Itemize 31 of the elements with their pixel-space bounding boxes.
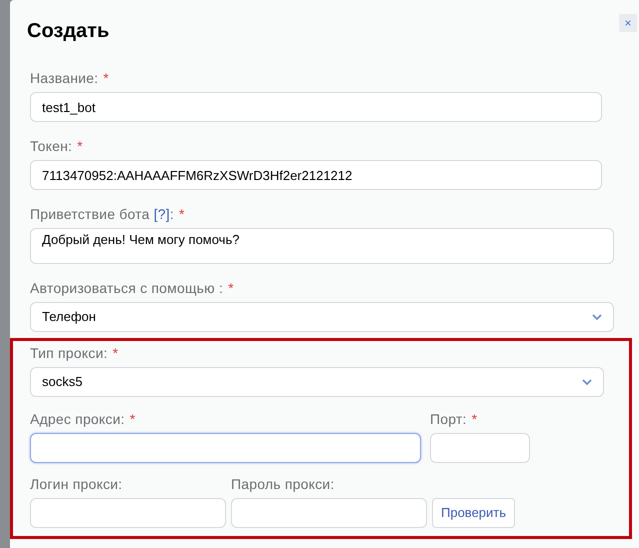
field-label: Порт: *	[430, 411, 478, 427]
field-label: Авторизоваться с помощью : *	[30, 280, 235, 296]
text-area[interactable]: Добрый день! Чем могу помочь?	[30, 228, 614, 264]
input-field[interactable]	[30, 433, 421, 463]
select-dropdown[interactable]: Телефон	[30, 302, 614, 332]
input-field[interactable]	[231, 498, 427, 528]
input-field[interactable]	[430, 433, 530, 463]
input-field[interactable]: 7113470952:AAHAAAFFM6RzXSWrD3Hf2er2121212	[30, 160, 602, 190]
field-label: Логин прокси:	[30, 476, 124, 492]
field-label: Пароль прокси:	[231, 476, 336, 492]
close-button[interactable]: ×	[619, 14, 637, 32]
input-field[interactable]	[30, 498, 226, 528]
required-mark: *	[103, 70, 109, 86]
select-dropdown[interactable]: socks5	[30, 367, 604, 397]
chevron-down-icon	[582, 378, 592, 386]
dialog-title: Создать	[27, 19, 110, 44]
required-mark: *	[472, 411, 478, 427]
required-mark: *	[112, 345, 118, 361]
field-label: Адрес прокси: *	[30, 411, 136, 427]
required-mark: *	[178, 206, 185, 222]
field-label: Тип прокси: *	[30, 345, 120, 361]
required-mark: *	[228, 280, 234, 296]
input-field[interactable]: test1_bot	[30, 92, 602, 122]
chevron-down-icon	[592, 314, 602, 320]
check-button[interactable]: Проверить	[432, 498, 516, 528]
required-mark: *	[130, 411, 136, 427]
field-label: Токен: *	[30, 138, 84, 154]
field-label: Приветствие бота [?]: *	[30, 206, 186, 222]
help-link[interactable]: [?]	[154, 206, 170, 222]
field-label: Название: *	[30, 70, 110, 86]
required-mark: *	[77, 138, 83, 154]
